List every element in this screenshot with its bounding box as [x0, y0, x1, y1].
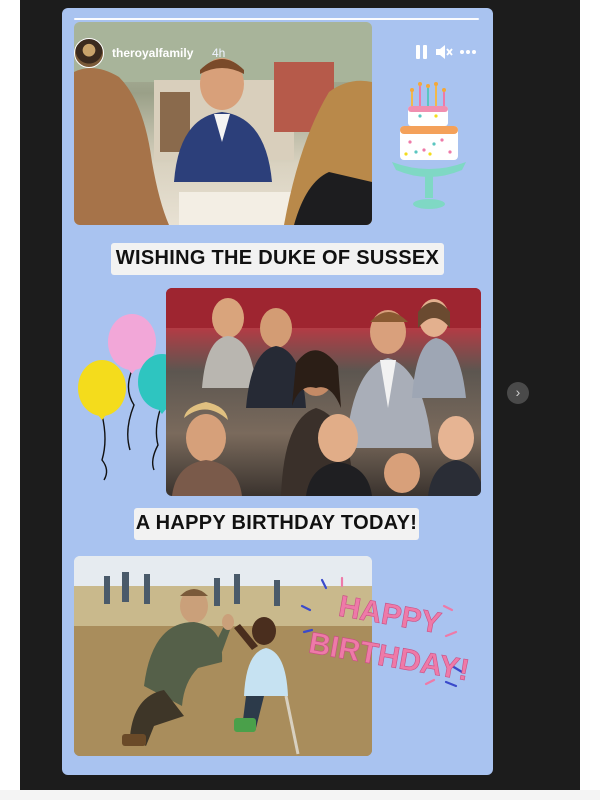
story-photo-crowd: [166, 288, 481, 496]
story-username[interactable]: theroyalfamily: [112, 46, 193, 60]
story-time-ago: 4h: [212, 46, 226, 60]
story-header: theroyalfamily 4h: [72, 36, 483, 70]
birthday-cake-sticker: [390, 80, 468, 215]
happy-birthday-sticker: HAPPY BIRTHDAY!: [296, 576, 476, 696]
page-bottom-strip: [0, 790, 600, 800]
pause-icon[interactable]: [412, 42, 432, 62]
banner-wishing: WISHING THE DUKE OF SUSSEX: [111, 243, 444, 275]
chevron-right-icon[interactable]: ›: [507, 382, 529, 404]
muted-speaker-icon[interactable]: [434, 42, 454, 62]
banner-happy-birthday-today: A HAPPY BIRTHDAY TODAY!: [134, 508, 419, 540]
avatar[interactable]: [74, 38, 104, 68]
story-frame[interactable]: WISHING THE DUKE OF SUSSEX A HAPPY BIRTH…: [62, 8, 493, 775]
story-progress-bar: [74, 18, 479, 20]
more-icon[interactable]: [458, 42, 478, 62]
